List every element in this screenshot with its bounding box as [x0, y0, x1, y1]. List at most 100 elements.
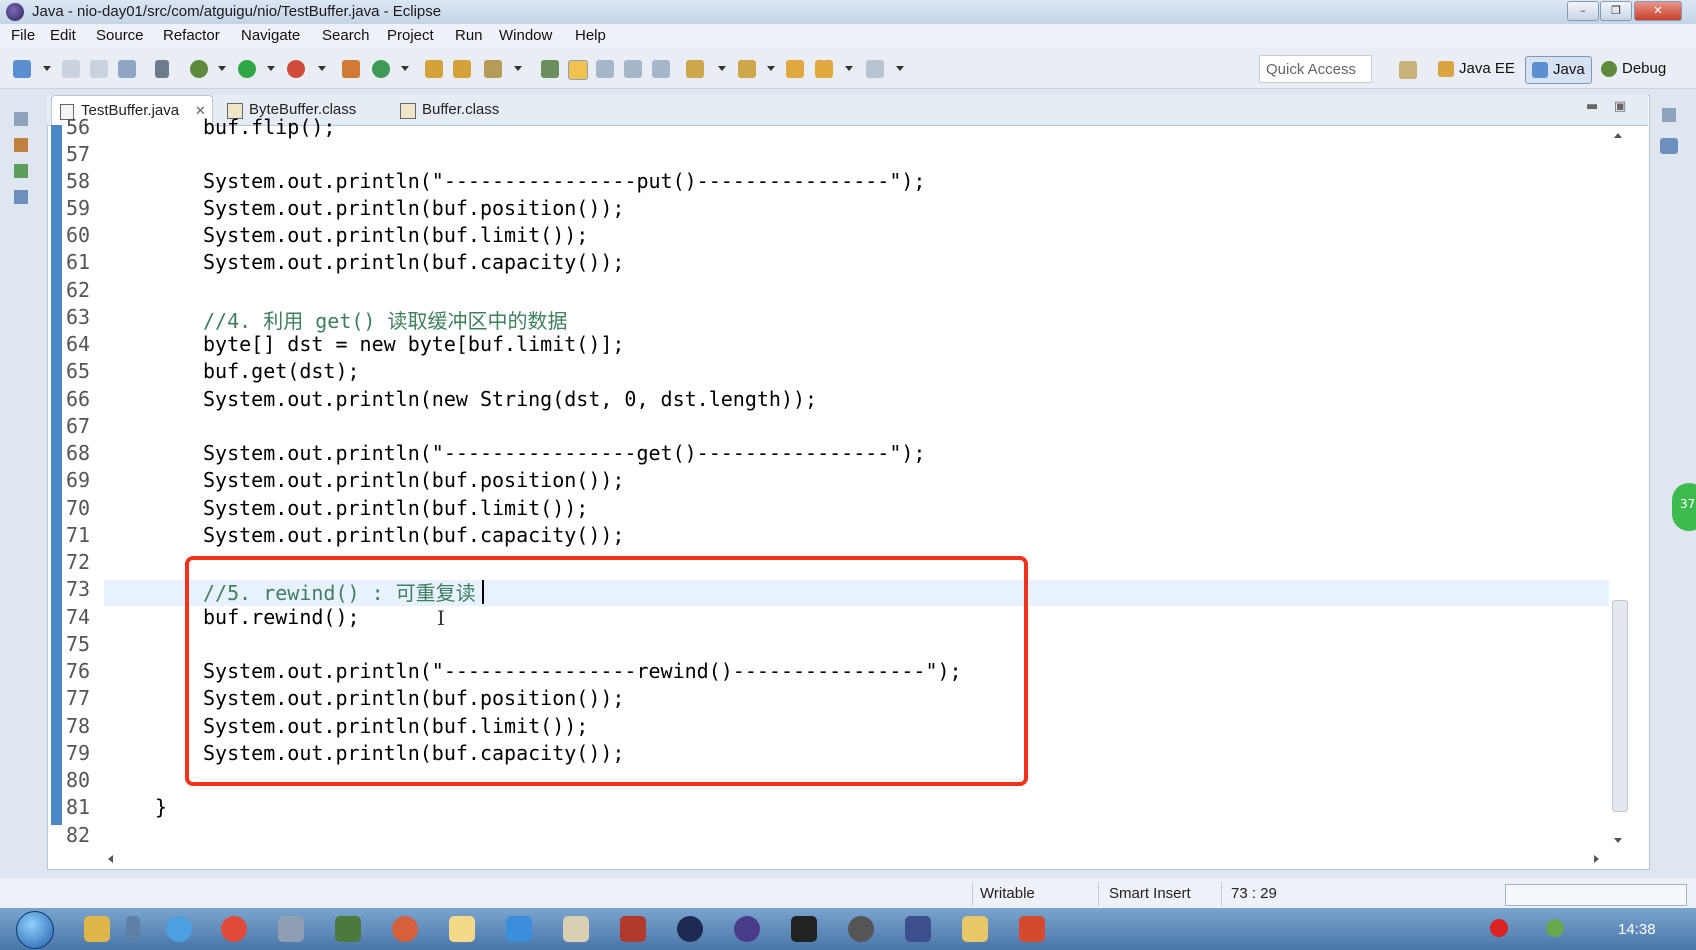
code-line[interactable]: System.out.println("----------------put(…	[203, 169, 925, 193]
tray-icon[interactable]	[1490, 919, 1508, 937]
maximize-editor-icon[interactable]: ▣	[1614, 99, 1626, 114]
taskbar-app-icon[interactable]	[848, 916, 874, 942]
debug-icon[interactable]	[190, 60, 208, 78]
menu-refactor[interactable]: Refactor	[163, 27, 220, 44]
previous-annotation-dropdown-icon[interactable]	[767, 66, 775, 71]
code-line[interactable]: System.out.println(buf.limit());	[203, 223, 588, 247]
menu-file[interactable]: File	[11, 27, 35, 44]
code-line[interactable]: System.out.println(buf.capacity());	[203, 523, 624, 547]
scroll-thumb[interactable]	[1612, 600, 1628, 812]
quick-access-input[interactable]: Quick Access	[1259, 55, 1372, 83]
toggle-icon[interactable]	[155, 60, 169, 78]
previous-annotation-icon[interactable]	[738, 60, 756, 78]
save-all-icon[interactable]	[90, 60, 108, 78]
new-icon[interactable]	[13, 60, 31, 78]
run-icon[interactable]	[238, 60, 256, 78]
show-whitespace-icon[interactable]	[652, 60, 670, 78]
save-icon[interactable]	[62, 60, 80, 78]
code-line[interactable]: System.out.println(new String(dst, 0, ds…	[203, 387, 817, 411]
taskbar-app-icon[interactable]	[392, 916, 418, 942]
code-comment[interactable]: //4. 利用 get() 读取缓冲区中的数据	[203, 305, 568, 334]
menu-edit[interactable]: Edit	[50, 27, 76, 44]
menu-navigate[interactable]: Navigate	[241, 27, 300, 44]
tray-icon[interactable]	[1546, 919, 1564, 937]
task-list-icon[interactable]	[1660, 138, 1678, 154]
back-dropdown-icon[interactable]	[845, 66, 853, 71]
code-line[interactable]: System.out.println(buf.position());	[203, 468, 624, 492]
new-class-icon[interactable]	[372, 60, 390, 78]
clock[interactable]: 14:38	[1618, 921, 1656, 938]
new-class-dropdown-icon[interactable]	[401, 66, 409, 71]
code-line[interactable]: System.out.println(buf.limit());	[203, 496, 588, 520]
next-annotation-dropdown-icon[interactable]	[718, 66, 726, 71]
taskbar-app-icon[interactable]	[126, 916, 140, 942]
taskbar-app-icon[interactable]	[563, 916, 589, 942]
open-type-icon[interactable]	[425, 60, 443, 78]
taskbar-app-icon[interactable]	[905, 916, 931, 942]
code-line[interactable]: buf.get(dst);	[203, 359, 360, 383]
minimize-editor-icon[interactable]: ▬	[1586, 99, 1598, 114]
taskbar-app-icon[interactable]	[506, 916, 532, 942]
type-hierarchy-icon[interactable]	[14, 164, 28, 178]
annotation-icon[interactable]	[541, 60, 559, 78]
menu-window[interactable]: Window	[499, 27, 552, 44]
code-line[interactable]: System.out.println(buf.position());	[203, 196, 624, 220]
taskbar-app-icon[interactable]	[84, 916, 110, 942]
new-java-project-icon[interactable]	[342, 60, 360, 78]
cmd-icon[interactable]	[791, 916, 817, 942]
run-dropdown-icon[interactable]	[267, 66, 275, 71]
code-line[interactable]: System.out.println("----------------get(…	[203, 441, 925, 465]
close-button[interactable]: ✕	[1634, 1, 1682, 21]
eclipse-taskbar-icon[interactable]	[734, 916, 760, 942]
maximize-button[interactable]: ❐	[1600, 1, 1632, 21]
vertical-scrollbar[interactable]	[1609, 125, 1631, 845]
horizontal-scrollbar[interactable]	[104, 850, 1609, 868]
forward-icon[interactable]	[866, 60, 884, 78]
minimize-button[interactable]: –	[1567, 1, 1599, 21]
menu-source[interactable]: Source	[96, 27, 144, 44]
menu-run[interactable]: Run	[455, 27, 483, 44]
back-icon[interactable]	[815, 60, 833, 78]
package-explorer-icon[interactable]	[14, 138, 28, 152]
restore-icon[interactable]	[14, 112, 28, 126]
last-edit-location-icon[interactable]	[786, 60, 804, 78]
menu-project[interactable]: Project	[387, 27, 434, 44]
new-dropdown-icon[interactable]	[43, 66, 51, 71]
perspective-java[interactable]: Java	[1525, 56, 1592, 84]
taskbar-app-icon[interactable]	[449, 916, 475, 942]
taskbar-app-icon[interactable]	[620, 916, 646, 942]
powerpoint-icon[interactable]	[1019, 916, 1045, 942]
scroll-right-icon[interactable]	[1594, 855, 1599, 863]
open-perspective-icon[interactable]	[1399, 61, 1417, 79]
mark-occurrences-icon[interactable]	[568, 60, 588, 80]
scroll-up-icon[interactable]	[1614, 133, 1622, 138]
explorer-icon[interactable]	[962, 916, 988, 942]
print-icon[interactable]	[118, 60, 136, 78]
perspective-debug[interactable]: Debug	[1601, 56, 1666, 82]
ime-toolbar[interactable]	[1505, 884, 1687, 906]
search-icon[interactable]	[484, 60, 502, 78]
word-wrap-icon[interactable]	[596, 60, 614, 78]
debug-dropdown-icon[interactable]	[218, 66, 226, 71]
external-tools-dropdown-icon[interactable]	[318, 66, 326, 71]
menu-help[interactable]: Help	[575, 27, 606, 44]
taskbar-app-icon[interactable]	[278, 916, 304, 942]
scroll-down-icon[interactable]	[1614, 838, 1622, 843]
next-annotation-icon[interactable]	[686, 60, 704, 78]
code-line[interactable]: byte[] dst = new byte[buf.limit()];	[203, 332, 624, 356]
external-tools-icon[interactable]	[287, 60, 305, 78]
menu-search[interactable]: Search	[322, 27, 370, 44]
outline-icon[interactable]	[14, 190, 28, 204]
scroll-left-icon[interactable]	[108, 855, 113, 863]
floating-badge[interactable]: 37	[1672, 483, 1696, 531]
open-task-icon[interactable]	[453, 60, 471, 78]
ie-icon[interactable]	[166, 916, 192, 942]
taskbar-app-icon[interactable]	[335, 916, 361, 942]
tab-buffer-class[interactable]: Buffer.class	[392, 95, 522, 125]
code-line[interactable]: }	[155, 795, 167, 819]
search-dropdown-icon[interactable]	[514, 66, 522, 71]
start-button[interactable]	[12, 908, 60, 950]
code-line[interactable]: buf.flip();	[203, 115, 335, 139]
chrome-icon[interactable]	[221, 916, 247, 942]
perspective-java-ee[interactable]: Java EE	[1438, 56, 1515, 82]
